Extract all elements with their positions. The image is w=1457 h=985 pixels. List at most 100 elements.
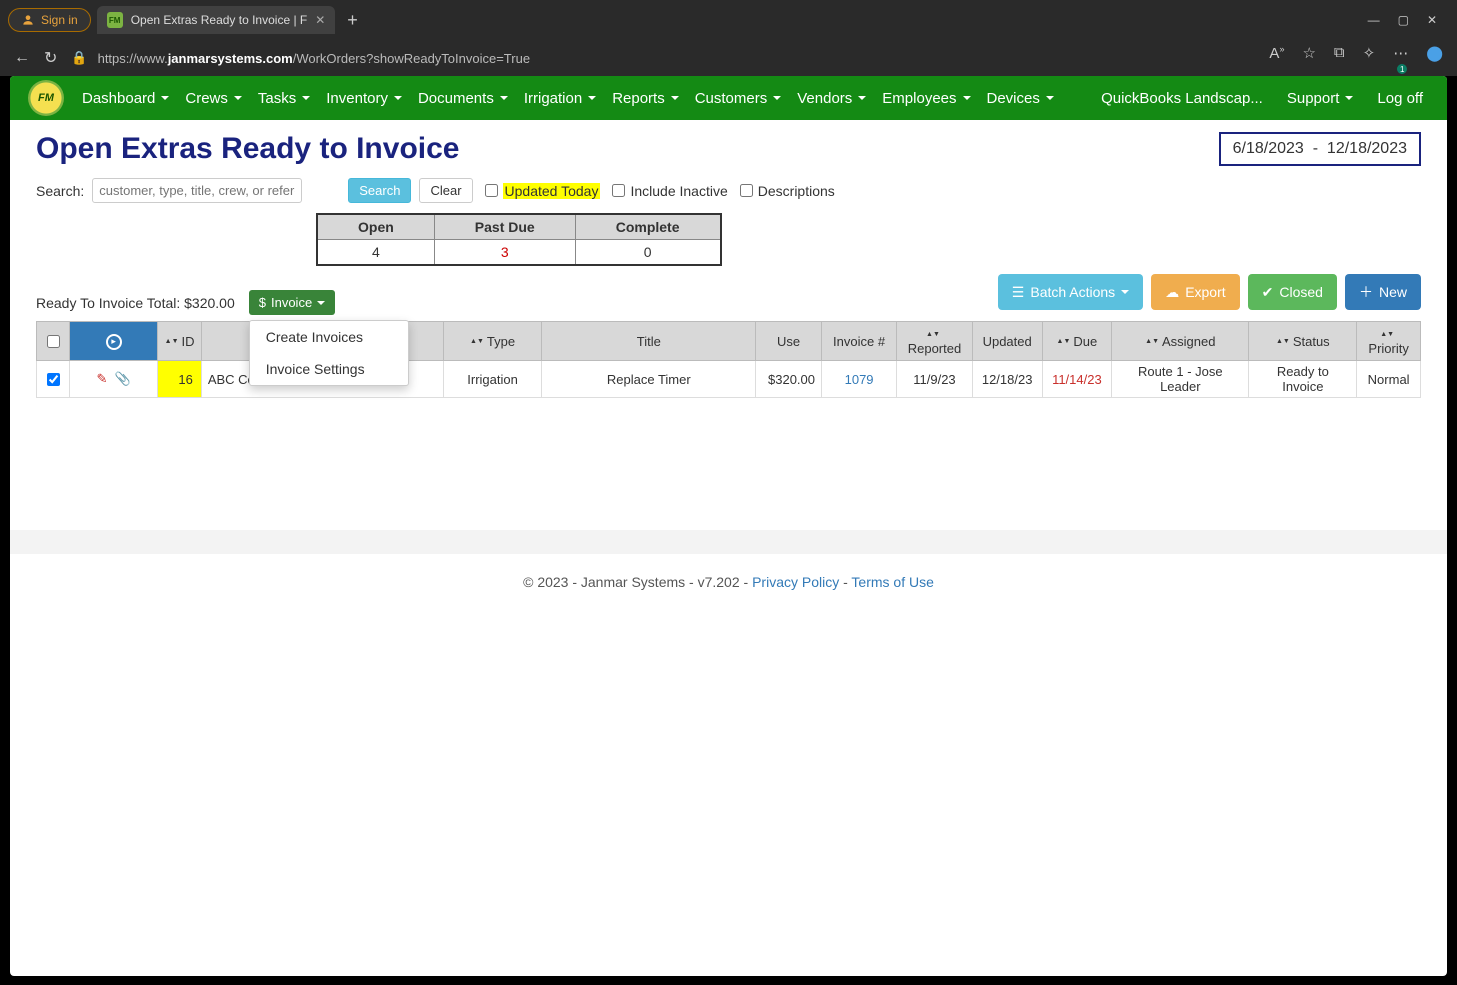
- col-status[interactable]: ▲▼Status: [1249, 322, 1357, 361]
- nav-irrigation[interactable]: Irrigation: [518, 80, 602, 117]
- summary-value-open: 4: [317, 240, 434, 266]
- nav-devices[interactable]: Devices: [981, 80, 1060, 117]
- col-assigned[interactable]: ▲▼Assigned: [1112, 322, 1249, 361]
- nav-documents[interactable]: Documents: [412, 80, 514, 117]
- nav-logoff[interactable]: Log off: [1371, 80, 1429, 117]
- more-icon[interactable]: ⋯1: [1393, 44, 1408, 72]
- url-field[interactable]: 🔒 https://www.janmarsystems.com/WorkOrde…: [71, 50, 1255, 66]
- col-invoice[interactable]: Invoice #: [822, 322, 897, 361]
- minimize-icon[interactable]: ―: [1368, 13, 1380, 27]
- nav-employees[interactable]: Employees: [876, 80, 976, 117]
- nav-quickbooks[interactable]: QuickBooks Landscap...: [1095, 80, 1269, 117]
- browser-tab[interactable]: FM Open Extras Ready to Invoice | F ✕: [97, 6, 336, 34]
- work-orders-table: ▸ ▲▼ID ▲▼ ▲▼Type Title Use Invoice # ▲▼R…: [36, 321, 1421, 398]
- create-invoices-item[interactable]: Create Invoices: [250, 321, 408, 353]
- chevron-down-icon: [234, 96, 242, 100]
- col-type[interactable]: ▲▼Type: [443, 322, 542, 361]
- check-circle-icon: ✔: [1262, 284, 1274, 301]
- app-logo[interactable]: FM: [28, 80, 64, 116]
- chevron-down-icon: [773, 96, 781, 100]
- read-aloud-icon[interactable]: A»: [1269, 44, 1284, 72]
- browser-chrome: Sign in FM Open Extras Ready to Invoice …: [0, 0, 1457, 76]
- maximize-icon[interactable]: ▢: [1398, 13, 1409, 27]
- row-status: Ready to Invoice: [1249, 361, 1357, 398]
- tab-favicon: FM: [107, 12, 123, 28]
- invoice-dropdown-button[interactable]: $ Invoice: [249, 290, 335, 315]
- page-title: Open Extras Ready to Invoice: [36, 132, 459, 166]
- nav-reports[interactable]: Reports: [606, 80, 685, 117]
- chevron-down-icon: [671, 96, 679, 100]
- summary-value-complete: 0: [575, 240, 720, 266]
- new-tab-button[interactable]: +: [341, 10, 364, 31]
- nav-dashboard[interactable]: Dashboard: [76, 80, 175, 117]
- attachment-icon[interactable]: 📎: [115, 371, 131, 386]
- ready-total-label: Ready To Invoice Total: $320.00: [36, 295, 235, 311]
- col-title[interactable]: Title: [542, 322, 756, 361]
- chevron-down-icon: [1046, 96, 1054, 100]
- row-updated: 12/18/23: [972, 361, 1042, 398]
- chevron-down-icon: [588, 96, 596, 100]
- col-id[interactable]: ▲▼ID: [158, 322, 201, 361]
- row-priority: Normal: [1357, 361, 1421, 398]
- back-icon[interactable]: ←: [14, 49, 30, 67]
- tab-bar: Sign in FM Open Extras Ready to Invoice …: [0, 0, 1457, 40]
- search-row: Search: Search Clear Updated Today Inclu…: [10, 174, 1447, 207]
- chevron-down-icon: [963, 96, 971, 100]
- row-type: Irrigation: [443, 361, 542, 398]
- summary-value-pastdue: 3: [434, 240, 575, 266]
- tab-title: Open Extras Ready to Invoice | F: [131, 13, 308, 27]
- extension-icon[interactable]: ⧉: [1334, 44, 1345, 72]
- clear-button[interactable]: Clear: [419, 178, 472, 203]
- updated-today-checkbox[interactable]: Updated Today: [481, 181, 601, 200]
- nav-inventory[interactable]: Inventory: [320, 80, 408, 117]
- copilot-icon[interactable]: ⬤: [1426, 44, 1443, 72]
- plus-circle-icon: ＋: [1359, 282, 1373, 302]
- col-updated[interactable]: Updated: [972, 322, 1042, 361]
- collections-icon[interactable]: ✧: [1363, 44, 1376, 72]
- select-all-checkbox[interactable]: [47, 335, 60, 348]
- search-button[interactable]: Search: [348, 178, 411, 203]
- privacy-link[interactable]: Privacy Policy: [752, 574, 839, 590]
- date-range-picker[interactable]: 6/18/2023 - 12/18/2023: [1219, 132, 1421, 166]
- chevron-down-icon: [1345, 96, 1353, 100]
- row-invoice-link[interactable]: 1079: [845, 372, 874, 387]
- include-inactive-checkbox[interactable]: Include Inactive: [608, 181, 727, 200]
- summary-header-open: Open: [317, 214, 434, 240]
- address-bar-icons: A» ☆ ⧉ ✧ ⋯1 ⬤: [1269, 44, 1443, 72]
- chevron-down-icon: [302, 96, 310, 100]
- row-title: Replace Timer: [542, 361, 756, 398]
- export-button[interactable]: ☁Export: [1151, 274, 1239, 310]
- summary-table: Open Past Due Complete 4 3 0: [316, 213, 722, 266]
- nav-customers[interactable]: Customers: [689, 80, 788, 117]
- col-reported[interactable]: ▲▼Reported: [897, 322, 973, 361]
- invoice-settings-item[interactable]: Invoice Settings: [250, 353, 408, 385]
- refresh-icon[interactable]: ↻: [44, 48, 57, 68]
- favorite-icon[interactable]: ☆: [1302, 44, 1315, 72]
- tab-close-icon[interactable]: ✕: [315, 13, 325, 27]
- chevron-down-icon: [858, 96, 866, 100]
- row-reported: 11/9/23: [897, 361, 973, 398]
- nav-crews[interactable]: Crews: [179, 80, 248, 117]
- address-bar: ← ↻ 🔒 https://www.janmarsystems.com/Work…: [0, 40, 1457, 76]
- table-row[interactable]: ✎ 📎 16 ABC Co Irrigation Replace Timer $…: [37, 361, 1421, 398]
- edit-icon[interactable]: ✎: [97, 371, 108, 386]
- nav-tasks[interactable]: Tasks: [252, 80, 316, 117]
- terms-link[interactable]: Terms of Use: [851, 574, 933, 590]
- closed-button[interactable]: ✔Closed: [1248, 274, 1337, 310]
- new-button[interactable]: ＋New: [1345, 274, 1421, 310]
- nav-vendors[interactable]: Vendors: [791, 80, 872, 117]
- col-due[interactable]: ▲▼Due: [1042, 322, 1112, 361]
- batch-actions-button[interactable]: ☰Batch Actions: [998, 274, 1143, 310]
- close-window-icon[interactable]: ✕: [1427, 13, 1437, 27]
- row-checkbox[interactable]: [47, 373, 60, 386]
- col-use[interactable]: Use: [756, 322, 822, 361]
- nav-support[interactable]: Support: [1281, 80, 1360, 117]
- invoice-dropdown-menu: Create Invoices Invoice Settings: [249, 320, 409, 386]
- descriptions-checkbox[interactable]: Descriptions: [736, 181, 835, 200]
- search-input[interactable]: [92, 178, 302, 203]
- col-priority[interactable]: ▲▼Priority: [1357, 322, 1421, 361]
- search-label: Search:: [36, 183, 84, 199]
- page-footer: © 2023 - Janmar Systems - v7.202 - Priva…: [10, 486, 1447, 590]
- expand-arrow-icon[interactable]: ▸: [106, 334, 122, 350]
- sign-in-button[interactable]: Sign in: [8, 8, 91, 32]
